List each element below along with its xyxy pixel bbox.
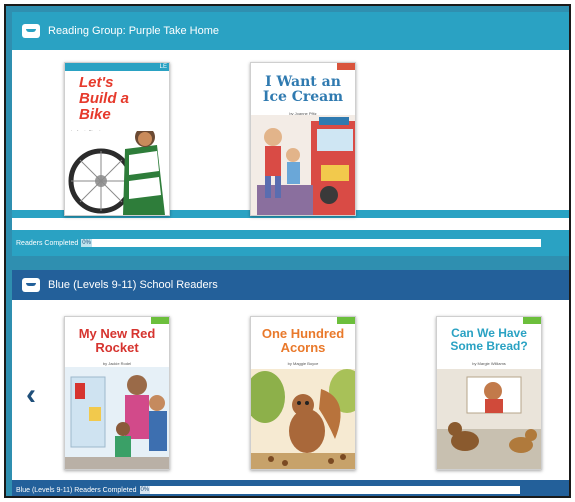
shelf-header[interactable]: Blue (Levels 9-11) School Readers: [12, 270, 569, 300]
level-corner: [337, 317, 355, 324]
cover-band: [65, 63, 169, 71]
book-title: One Hundred Acorns: [261, 326, 345, 355]
level-corner: [151, 317, 169, 324]
level-badge: LE: [159, 64, 167, 70]
book-can-we-have-some-bread[interactable]: Can We Have Some Bread? by Margie Willia…: [436, 316, 542, 470]
level-corner: [523, 317, 541, 324]
book-title: Can We Have Some Bread?: [450, 326, 528, 353]
progress-track: 0%: [81, 239, 542, 247]
book-author: by Jackie Rodel: [102, 361, 132, 366]
cover-illustration: [65, 367, 169, 469]
cover-illustration: [251, 115, 355, 215]
shelf-purple-take-home: Reading Group: Purple Take Home LE Let's…: [12, 12, 569, 256]
book-lets-build-a-bike[interactable]: LE Let's Build a Bike by Jessie Ricard: [64, 62, 170, 216]
book-title: My New Red Rocket: [78, 326, 156, 355]
shelf-title: Blue (Levels 9-11) School Readers: [48, 279, 218, 291]
tray-icon: [22, 24, 40, 38]
shelf-header[interactable]: Reading Group: Purple Take Home: [12, 12, 569, 50]
book-title: I Want an Ice Cream: [262, 74, 344, 105]
book-i-want-an-ice-cream[interactable]: I Want an Ice Cream by Joanne Pfitz: [250, 62, 356, 216]
book-my-new-red-rocket[interactable]: My New Red Rocket by Jackie Rodel: [64, 316, 170, 470]
cover-illustration: [65, 131, 169, 215]
progress-bar-row: Blue (Levels 9-11) Readers Completed 0%: [12, 480, 569, 496]
shelf-separator: [12, 256, 569, 270]
cover-illustration: [251, 369, 355, 469]
progress-bar-row: Readers Completed 0%: [12, 230, 569, 256]
book-author: by Maggie Boyce: [287, 361, 319, 366]
cover-illustration: [437, 369, 541, 469]
book-one-hundred-acorns[interactable]: One Hundred Acorns by Maggie Boyce: [250, 316, 356, 470]
library-frame: Reading Group: Purple Take Home LE Let's…: [4, 4, 571, 498]
progress-percent: 0%: [81, 239, 92, 247]
book-author: by Margie Williams: [472, 361, 506, 366]
progress-label: Blue (Levels 9-11) Readers Completed: [16, 486, 137, 494]
book-title: Let's Build a Bike: [79, 74, 130, 123]
progress-percent: 0%: [139, 486, 151, 494]
tray-icon: [22, 278, 40, 292]
shelf-blue-school-readers: Blue (Levels 9-11) School Readers ‹ My N…: [12, 270, 569, 496]
shelf-title: Reading Group: Purple Take Home: [48, 25, 220, 37]
progress-label: Readers Completed: [16, 239, 79, 247]
chevron-left-icon[interactable]: ‹: [26, 380, 36, 410]
progress-track: 0%: [139, 486, 520, 494]
level-corner: [337, 63, 355, 70]
